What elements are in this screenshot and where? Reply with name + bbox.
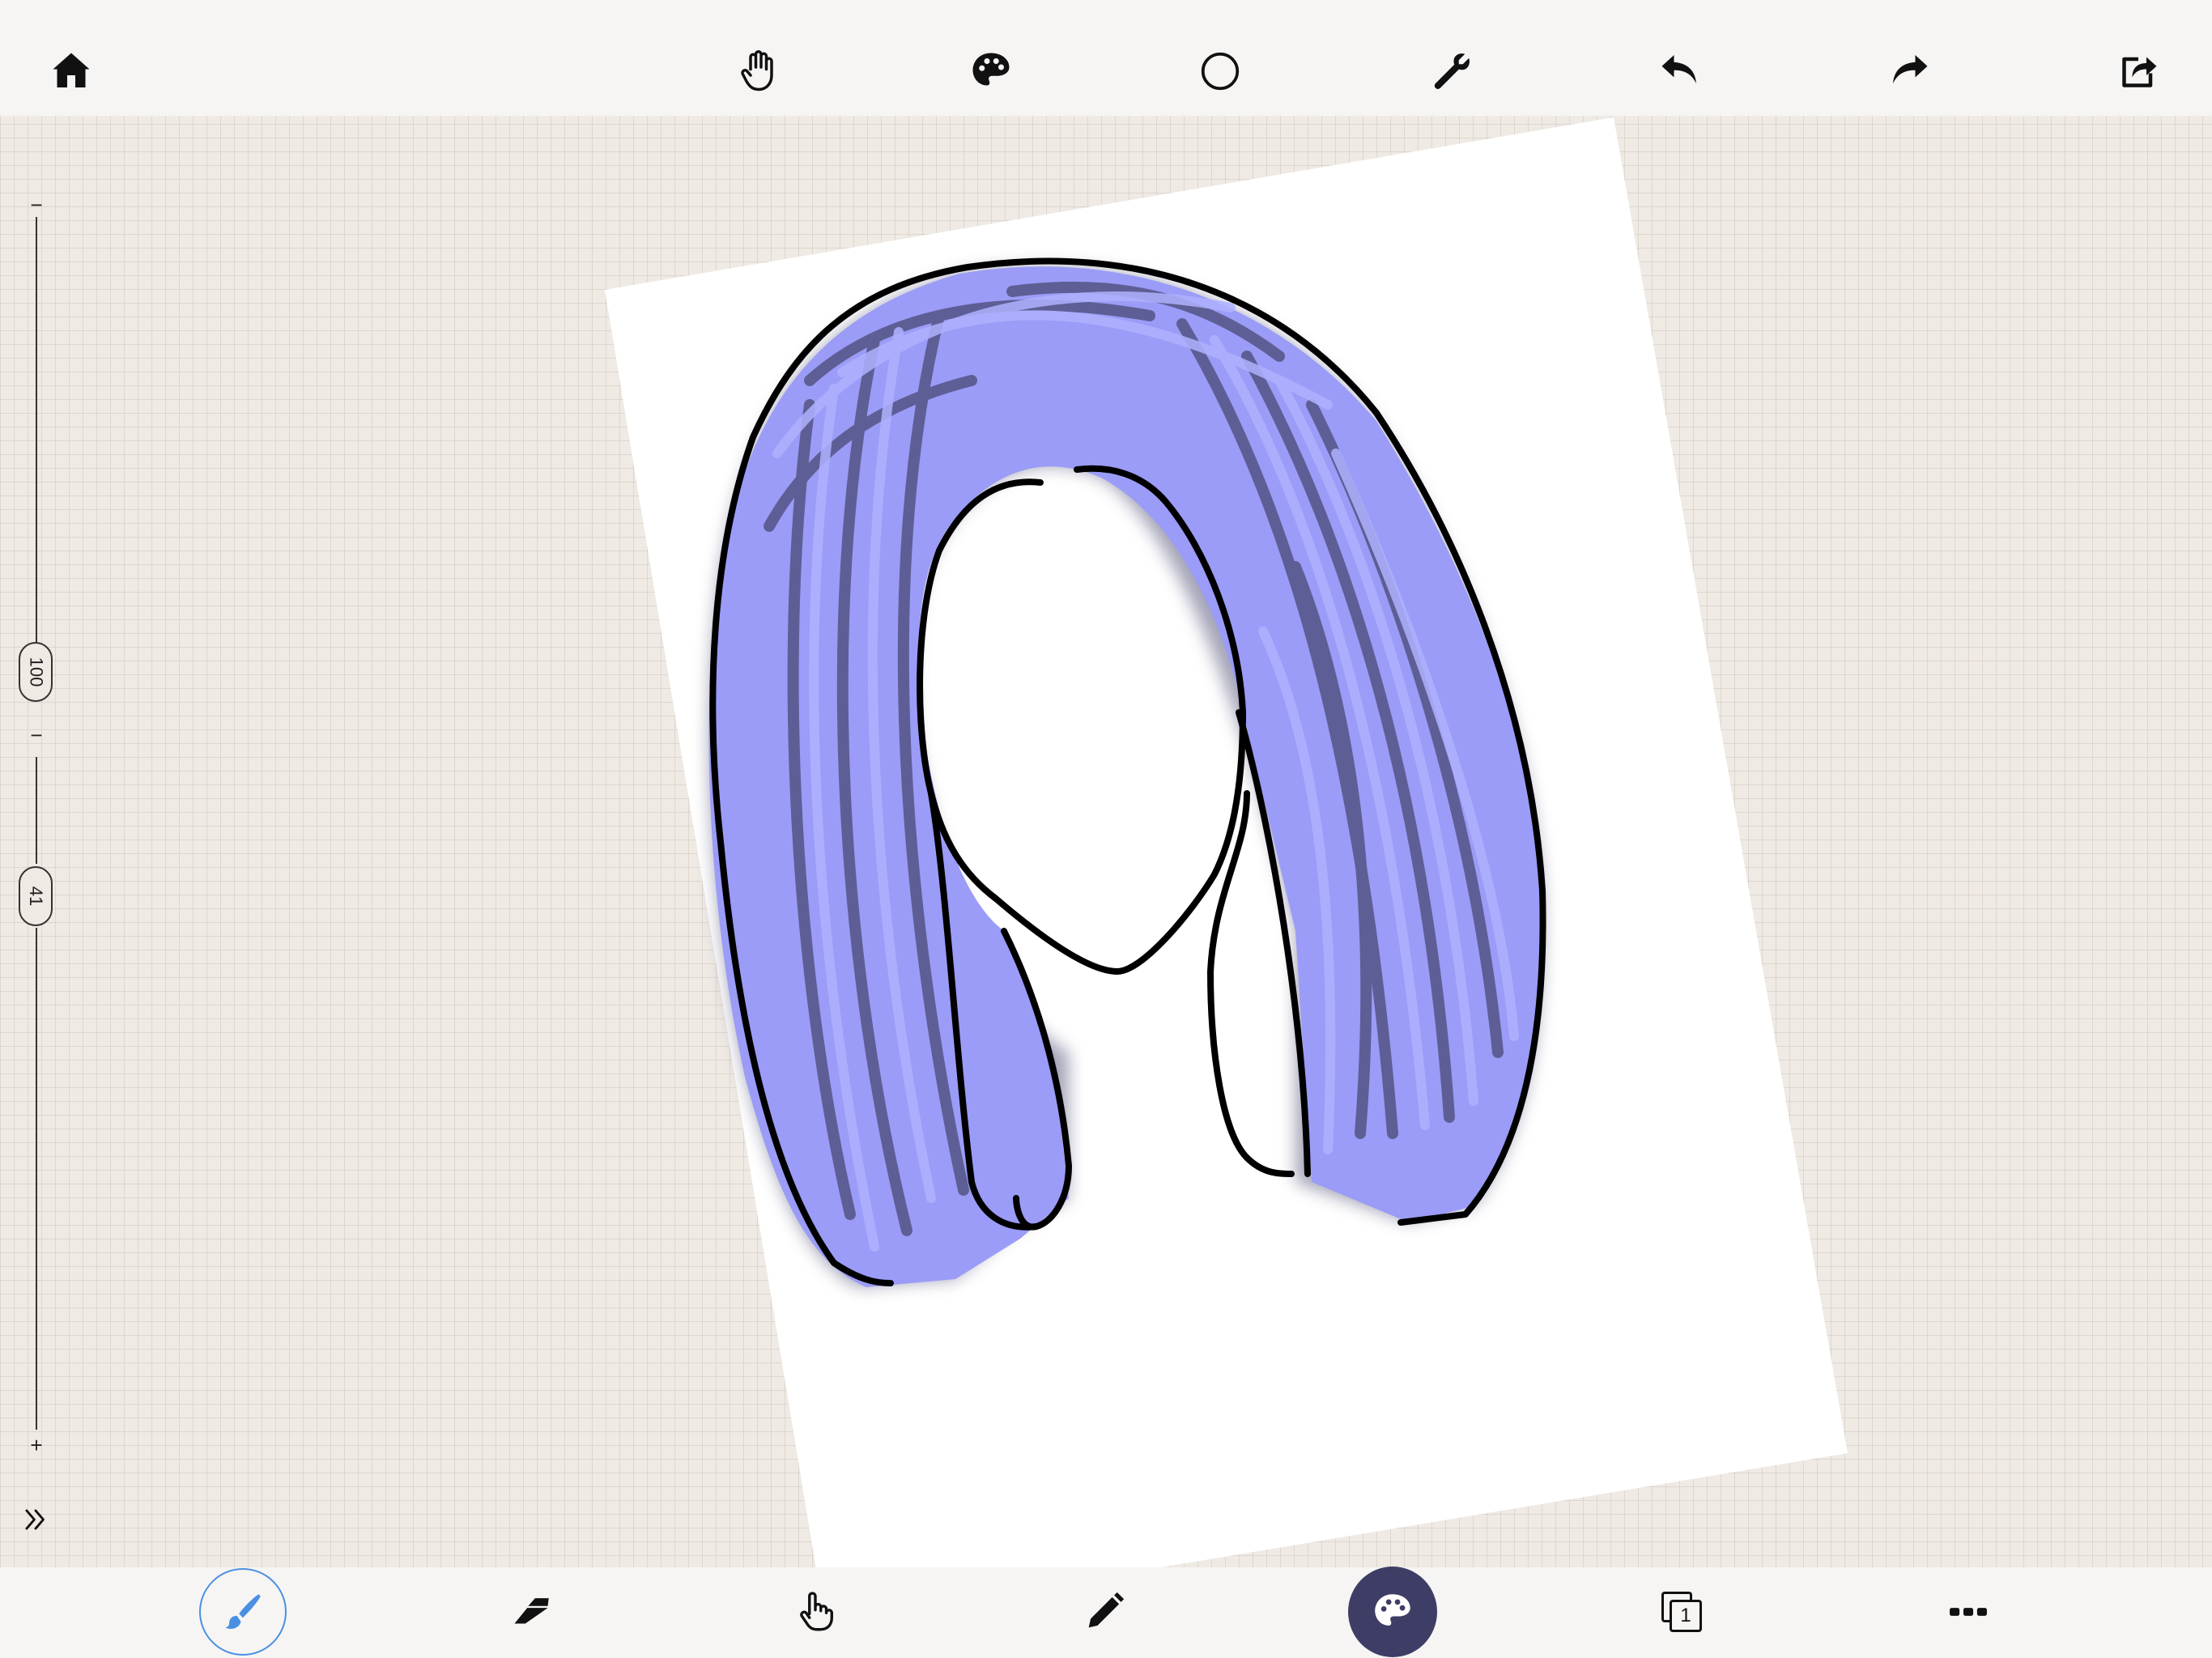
opacity-increase-tick[interactable]: +: [28, 1433, 45, 1458]
opacity-slider-track-upper[interactable]: [36, 757, 37, 864]
layers-icon: 1: [1658, 1588, 1705, 1635]
settings-button[interactable]: [1413, 32, 1491, 110]
redo-button[interactable]: [1870, 32, 1948, 110]
pencil-tool-button[interactable]: [1060, 1567, 1149, 1656]
color-palette-button[interactable]: [952, 32, 1030, 110]
brush-tool-selected-ring: [199, 1568, 287, 1656]
top-toolbar: [0, 0, 2212, 116]
eraser-icon: [514, 1598, 549, 1624]
hand-icon: [741, 50, 773, 91]
size-value: 100: [26, 657, 46, 687]
redo-icon: [1893, 55, 1928, 83]
opacity-slider-track-lower[interactable]: [36, 928, 37, 1430]
circle-icon: [1201, 52, 1240, 91]
share-button[interactable]: [2099, 32, 2177, 110]
layers-button[interactable]: 1: [1637, 1567, 1726, 1656]
brush-icon: [225, 1594, 261, 1629]
palette-icon: [1375, 1594, 1410, 1626]
current-color-swatch: [1348, 1567, 1437, 1657]
home-icon: [53, 53, 90, 87]
home-button[interactable]: [32, 32, 110, 110]
smudge-tool-button[interactable]: [771, 1567, 860, 1656]
wrench-icon: [1434, 53, 1470, 89]
pencil-icon: [1088, 1592, 1125, 1628]
eraser-tool-button[interactable]: [487, 1567, 576, 1656]
finger-icon: [800, 1592, 833, 1631]
expand-panel-button[interactable]: [18, 1502, 53, 1537]
double-chevron-right-icon: [25, 1509, 45, 1530]
undo-button[interactable]: [1641, 32, 1719, 110]
size-slider-thumb[interactable]: 100: [19, 642, 53, 702]
undo-icon: [1661, 55, 1696, 83]
opacity-separator-tick: −: [30, 723, 43, 747]
shape-tool-button[interactable]: [1181, 32, 1259, 110]
size-decrease-tick[interactable]: −: [28, 193, 45, 218]
opacity-value: 41: [25, 886, 46, 907]
share-icon: [2122, 57, 2157, 87]
opacity-slider-thumb[interactable]: 41: [19, 866, 53, 926]
more-options-button[interactable]: [1924, 1567, 2013, 1656]
pan-tool-button[interactable]: [720, 32, 798, 110]
layers-count: 1: [1680, 1605, 1691, 1626]
brush-tool-button[interactable]: [198, 1567, 287, 1656]
paper-sheet: [605, 117, 1848, 1623]
size-slider-track[interactable]: [36, 217, 37, 646]
drawing-canvas[interactable]: [0, 0, 2212, 1658]
color-picker-button[interactable]: [1348, 1567, 1437, 1657]
palette-icon: [972, 53, 1010, 86]
more-icon: [1950, 1608, 1987, 1616]
